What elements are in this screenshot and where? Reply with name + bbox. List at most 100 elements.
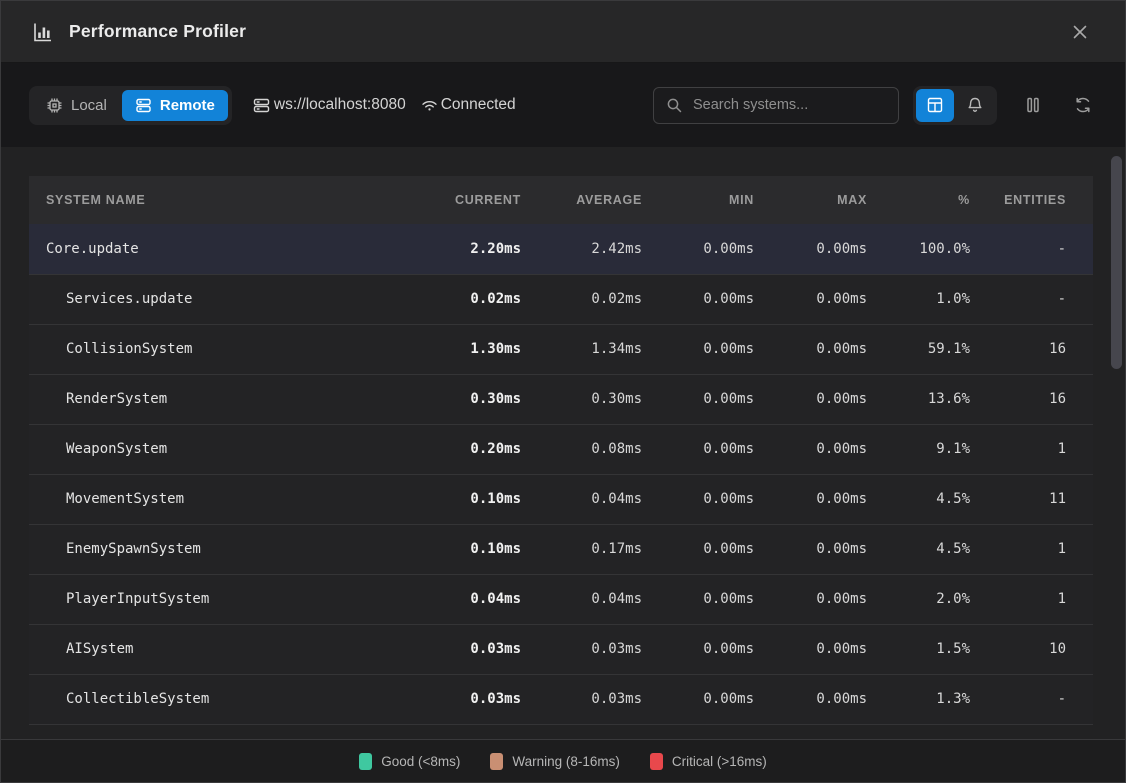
legend-label: Critical (>16ms) — [672, 754, 767, 769]
table-row[interactable]: MovementSystem0.10ms0.04ms0.00ms0.00ms4.… — [29, 474, 1093, 524]
pause-icon — [1023, 95, 1043, 115]
legend-item: Good (<8ms) — [359, 753, 460, 770]
cell-name: MovementSystem — [29, 474, 401, 524]
host-icon — [252, 96, 271, 115]
cell-name: RenderSystem — [29, 374, 401, 424]
cell-max: 0.00ms — [754, 674, 867, 724]
cell-percent: 9.1% — [867, 424, 970, 474]
legend-label: Good (<8ms) — [381, 754, 460, 769]
cell-percent: 2.0% — [867, 574, 970, 624]
column-header-2[interactable]: AVERAGE — [521, 176, 642, 224]
cell-name: AISystem — [29, 624, 401, 674]
cell-max: 0.00ms — [754, 224, 867, 274]
alerts-button[interactable] — [956, 89, 994, 122]
cell-max: 0.00ms — [754, 424, 867, 474]
table-row[interactable]: EnemySpawnSystem0.10ms0.17ms0.00ms0.00ms… — [29, 524, 1093, 574]
titlebar: Performance Profiler — [1, 1, 1125, 63]
column-header-3[interactable]: MIN — [642, 176, 754, 224]
cell-average: 2.42ms — [521, 224, 642, 274]
cell-percent: 59.1% — [867, 324, 970, 374]
column-header-4[interactable]: MAX — [754, 176, 867, 224]
search-input[interactable] — [693, 97, 886, 113]
cell-average: 0.17ms — [521, 524, 642, 574]
refresh-icon — [1073, 95, 1093, 115]
wifi-icon — [420, 96, 439, 115]
remote-mode-button[interactable]: Remote — [122, 90, 228, 121]
cell-current: 0.03ms — [401, 624, 521, 674]
cell-average: 0.08ms — [521, 424, 642, 474]
cell-max: 0.00ms — [754, 324, 867, 374]
cell-min: 0.00ms — [642, 324, 754, 374]
systems-table: SYSTEM NAMECURRENTAVERAGEMINMAX%ENTITIES… — [29, 176, 1093, 725]
cell-average: 0.02ms — [521, 274, 642, 324]
table-row[interactable]: Services.update0.02ms0.02ms0.00ms0.00ms1… — [29, 274, 1093, 324]
refresh-button[interactable] — [1069, 91, 1097, 119]
table-row[interactable]: PlayerInputSystem0.04ms0.04ms0.00ms0.00m… — [29, 574, 1093, 624]
cell-percent: 1.3% — [867, 674, 970, 724]
cell-min: 0.00ms — [642, 524, 754, 574]
cell-current: 0.03ms — [401, 674, 521, 724]
cell-entities: - — [970, 674, 1093, 724]
cell-max: 0.00ms — [754, 524, 867, 574]
table-row[interactable]: CollisionSystem1.30ms1.34ms0.00ms0.00ms5… — [29, 324, 1093, 374]
cell-average: 1.34ms — [521, 324, 642, 374]
legend-item: Warning (8-16ms) — [490, 753, 620, 770]
table-view-button[interactable] — [916, 89, 954, 122]
cell-min: 0.00ms — [642, 224, 754, 274]
cell-entities: - — [970, 274, 1093, 324]
cell-current: 0.20ms — [401, 424, 521, 474]
column-header-1[interactable]: CURRENT — [401, 176, 521, 224]
legend-item: Critical (>16ms) — [650, 753, 767, 770]
cell-percent: 4.5% — [867, 524, 970, 574]
cell-entities: - — [970, 224, 1093, 274]
cell-average: 0.03ms — [521, 624, 642, 674]
cell-entities: 11 — [970, 474, 1093, 524]
cell-name: EnemySpawnSystem — [29, 524, 401, 574]
connection-status-text: Connected — [441, 96, 516, 114]
column-header-5[interactable]: % — [867, 176, 970, 224]
cell-name: CollectibleSystem — [29, 674, 401, 724]
pause-button[interactable] — [1019, 91, 1047, 119]
cell-min: 0.00ms — [642, 424, 754, 474]
cell-entities: 16 — [970, 374, 1093, 424]
legend-label: Warning (8-16ms) — [512, 754, 620, 769]
connection-status: Connected — [420, 96, 516, 115]
table-row[interactable]: Core.update2.20ms2.42ms0.00ms0.00ms100.0… — [29, 224, 1093, 274]
page-title: Performance Profiler — [69, 21, 246, 42]
cell-entities: 10 — [970, 624, 1093, 674]
cell-current: 2.20ms — [401, 224, 521, 274]
cell-percent: 13.6% — [867, 374, 970, 424]
local-mode-button[interactable]: Local — [33, 90, 120, 121]
table-row[interactable]: CollectibleSystem0.03ms0.03ms0.00ms0.00m… — [29, 674, 1093, 724]
cell-current: 0.10ms — [401, 524, 521, 574]
legend-swatch — [359, 753, 372, 770]
cell-max: 0.00ms — [754, 624, 867, 674]
column-header-0[interactable]: SYSTEM NAME — [29, 176, 401, 224]
vertical-scrollbar-thumb[interactable] — [1111, 156, 1122, 369]
cell-entities: 1 — [970, 524, 1093, 574]
cell-name: WeaponSystem — [29, 424, 401, 474]
legend-swatch — [650, 753, 663, 770]
cell-average: 0.04ms — [521, 574, 642, 624]
cell-name: PlayerInputSystem — [29, 574, 401, 624]
table-row[interactable]: RenderSystem0.30ms0.30ms0.00ms0.00ms13.6… — [29, 374, 1093, 424]
cell-entities: 1 — [970, 574, 1093, 624]
cell-average: 0.03ms — [521, 674, 642, 724]
cell-current: 0.10ms — [401, 474, 521, 524]
server-icon — [135, 97, 152, 114]
cell-max: 0.00ms — [754, 474, 867, 524]
cell-min: 0.00ms — [642, 274, 754, 324]
cell-name: Core.update — [29, 224, 401, 274]
cell-min: 0.00ms — [642, 374, 754, 424]
table-row[interactable]: AISystem0.03ms0.03ms0.00ms0.00ms1.5%10 — [29, 624, 1093, 674]
view-toggle-group — [913, 86, 997, 125]
cell-current: 0.02ms — [401, 274, 521, 324]
search-icon — [666, 97, 683, 114]
table-row[interactable]: WeaponSystem0.20ms0.08ms0.00ms0.00ms9.1%… — [29, 424, 1093, 474]
bell-icon — [966, 96, 984, 114]
cell-min: 0.00ms — [642, 674, 754, 724]
cell-average: 0.30ms — [521, 374, 642, 424]
column-header-6[interactable]: ENTITIES — [970, 176, 1093, 224]
mode-switcher: Local Remote — [29, 86, 232, 125]
close-button[interactable] — [1065, 17, 1095, 47]
